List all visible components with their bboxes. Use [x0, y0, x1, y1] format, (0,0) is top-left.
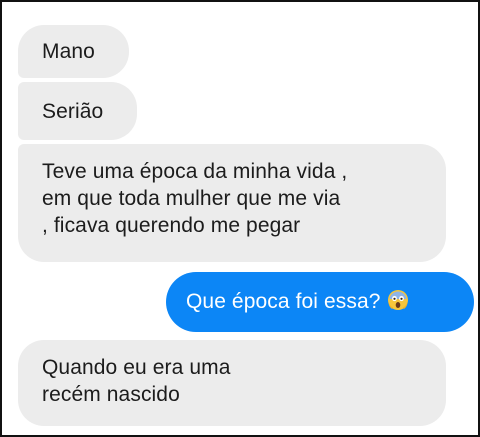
incoming-message-bubble: Serião: [18, 82, 137, 140]
message-text: em que toda mulher que me via: [42, 187, 341, 210]
incoming-message-bubble: Quando eu era uma recém nascido: [18, 340, 446, 426]
message-text: Quando eu era uma: [42, 356, 231, 379]
message-text: Teve uma época da minha vida ,: [42, 160, 348, 183]
message-line: Que época foi essa?: [186, 288, 474, 315]
message-text: , ficava querendo me pegar: [42, 214, 301, 237]
screaming-face-icon: [387, 289, 409, 311]
incoming-message-bubble: Mano: [18, 25, 129, 78]
message-text: Que época foi essa?: [186, 290, 381, 313]
message-text: recém nascido: [42, 383, 180, 406]
message-text: Mano: [42, 40, 95, 63]
message-text: Serião: [42, 100, 104, 123]
outgoing-message-bubble: Que época foi essa?: [166, 272, 474, 332]
incoming-message-bubble: Teve uma época da minha vida , em que to…: [18, 144, 446, 262]
screenshot-frame: Mano Serião Teve uma época da minha vida…: [0, 0, 480, 437]
